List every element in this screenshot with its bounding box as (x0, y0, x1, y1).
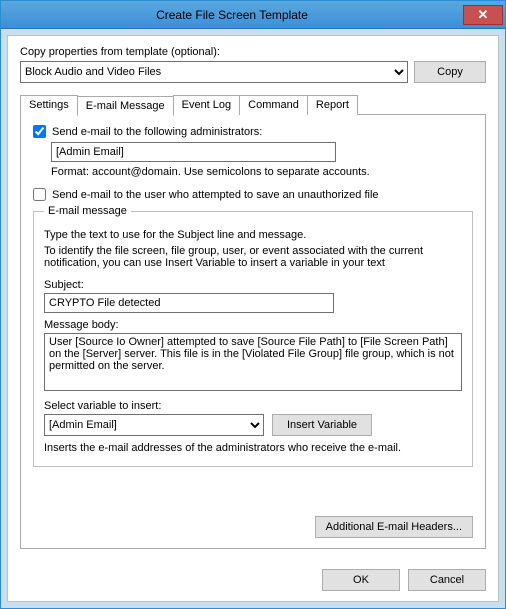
tab-settings[interactable]: Settings (20, 95, 78, 115)
window-title: Create File Screen Template (1, 8, 463, 22)
dialog-content: Copy properties from template (optional)… (7, 35, 499, 602)
copy-button[interactable]: Copy (414, 61, 486, 83)
copy-template-label: Copy properties from template (optional)… (20, 46, 486, 58)
tab-command[interactable]: Command (239, 95, 308, 115)
admin-email-field[interactable] (51, 142, 336, 162)
send-admin-checkbox[interactable] (33, 125, 46, 138)
tab-panel-email: Send e-mail to the following administrat… (20, 114, 486, 549)
tab-report[interactable]: Report (307, 95, 358, 115)
tab-email[interactable]: E-mail Message (77, 96, 174, 116)
variable-description: Inserts the e-mail addresses of the admi… (44, 442, 462, 454)
variable-label: Select variable to insert: (44, 400, 462, 412)
close-icon: ✕ (478, 7, 489, 23)
subject-field[interactable] (44, 293, 334, 313)
variable-select[interactable]: [Admin Email] (44, 414, 264, 436)
window-frame: Copy properties from template (optional)… (1, 29, 505, 608)
subject-label: Subject: (44, 279, 462, 291)
message-hint: To identify the file screen, file group,… (44, 245, 462, 269)
additional-headers-button[interactable]: Additional E-mail Headers... (315, 516, 473, 538)
tab-eventlog[interactable]: Event Log (173, 95, 241, 115)
email-message-group: E-mail message Type the text to use for … (33, 205, 473, 467)
titlebar: Create File Screen Template ✕ (1, 1, 505, 29)
send-user-label: Send e-mail to the user who attempted to… (52, 189, 379, 201)
ok-button[interactable]: OK (322, 569, 400, 591)
send-user-checkbox[interactable] (33, 188, 46, 201)
send-admin-label: Send e-mail to the following administrat… (52, 126, 262, 138)
copy-template-select[interactable]: Block Audio and Video Files (20, 61, 408, 83)
tab-strip: Settings E-mail Message Event Log Comman… (20, 95, 486, 115)
body-field[interactable]: User [Source Io Owner] attempted to save… (44, 333, 462, 391)
close-button[interactable]: ✕ (463, 5, 503, 25)
body-label: Message body: (44, 319, 462, 331)
cancel-button[interactable]: Cancel (408, 569, 486, 591)
format-note: Format: account@domain. Use semicolons t… (51, 166, 473, 178)
insert-variable-button[interactable]: Insert Variable (272, 414, 372, 436)
dialog-buttons: OK Cancel (322, 569, 486, 591)
message-instruction: Type the text to use for the Subject lin… (44, 229, 462, 241)
email-message-legend: E-mail message (44, 205, 131, 217)
